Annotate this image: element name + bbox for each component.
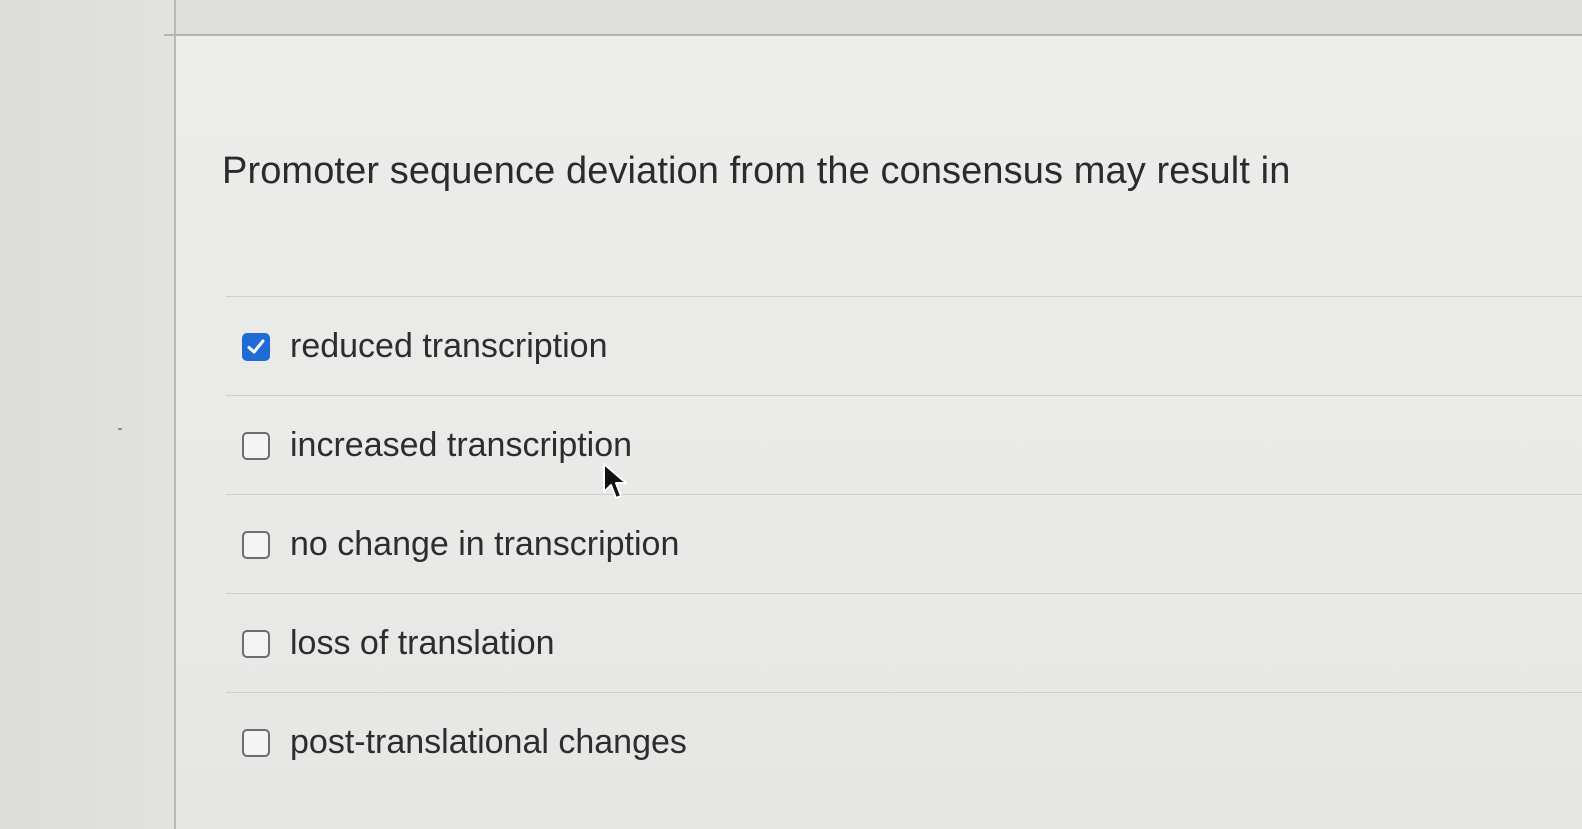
answer-label: reduced transcription <box>290 327 608 365</box>
left-gutter <box>0 0 175 829</box>
answer-option-post-translational-changes[interactable]: post-translational changes <box>226 693 1582 791</box>
answer-label: post-translational changes <box>290 723 687 761</box>
question-text: Promoter sequence deviation from the con… <box>222 150 1291 192</box>
answer-checkbox[interactable] <box>242 432 270 460</box>
answer-checkbox[interactable] <box>242 531 270 559</box>
answer-option-no-change-in-transcription[interactable]: no change in transcription <box>226 495 1582 593</box>
answer-label: no change in transcription <box>290 525 680 563</box>
answer-option-reduced-transcription[interactable]: reduced transcription <box>226 297 1582 395</box>
answer-label: loss of translation <box>290 624 555 662</box>
top-strip <box>176 0 1582 34</box>
answer-checkbox[interactable] <box>242 333 270 361</box>
gutter-speck <box>118 428 122 430</box>
answer-option-increased-transcription[interactable]: increased transcription <box>226 396 1582 494</box>
answer-option-loss-of-translation[interactable]: loss of translation <box>226 594 1582 692</box>
mouse-pointer-icon <box>603 463 627 499</box>
answer-checkbox[interactable] <box>242 729 270 757</box>
answer-label: increased transcription <box>290 426 633 464</box>
answer-list: reduced transcription increased transcri… <box>226 296 1582 791</box>
answer-checkbox[interactable] <box>242 630 270 658</box>
checkmark-icon <box>247 339 265 354</box>
